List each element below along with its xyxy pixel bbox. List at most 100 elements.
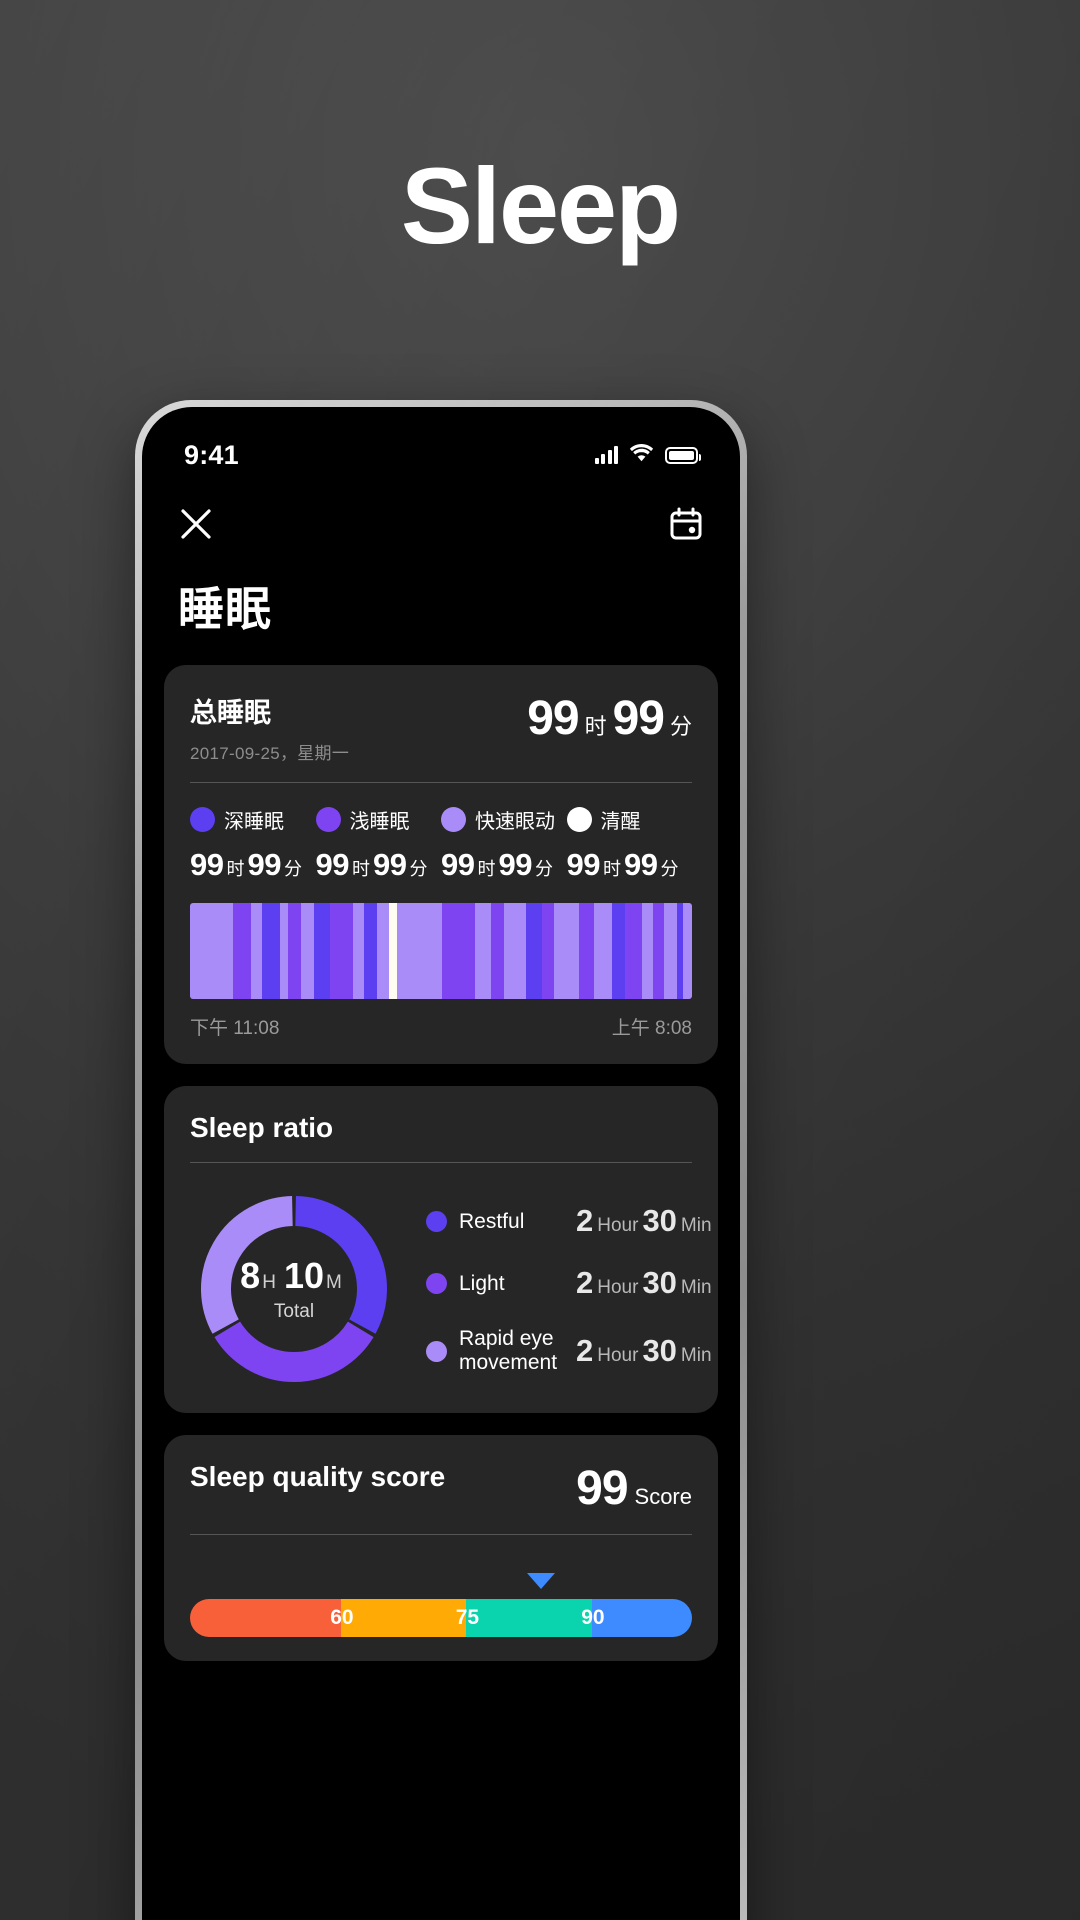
sleep-ratio-item: Light 2 Hour 30 Min [426, 1265, 712, 1301]
sleep-ratio-minutes-unit: Min [680, 1277, 712, 1299]
sleep-stage-head: 深睡眠 [190, 805, 316, 834]
hypnogram-time-axis: 下午 11:08 上午 8:08 [190, 1013, 692, 1040]
score-marker-icon [527, 1573, 556, 1589]
donut-segment [214, 1321, 374, 1382]
status-bar-clock: 9:41 [184, 439, 239, 470]
sleep-ratio-color-dot [426, 1272, 447, 1294]
sleep-stage-name: 浅睡眠 [349, 811, 410, 833]
hypnogram-segment [190, 903, 234, 999]
score-scale-segment: 90 [466, 1599, 605, 1637]
sleep-ratio-item-label: Rapid eye movement [426, 1327, 576, 1374]
hypnogram-segment [682, 903, 692, 999]
sleep-ratio-duration: 2 Hour 30 Min [576, 1203, 712, 1239]
sleep-stage-name: 深睡眠 [224, 811, 284, 833]
sleep-stage-value: 99 时 99 分 [567, 847, 693, 883]
sleep-stage-item: 快速眼动 99 时 99 分 [441, 805, 567, 883]
sleep-quality-header: Sleep quality score 99 Score [190, 1461, 692, 1516]
sleep-stage-minutes: 99 [623, 847, 658, 882]
hypnogram-segment [579, 903, 595, 999]
sleep-end-time: 上午 8:08 [611, 1018, 692, 1039]
status-bar-icons [594, 443, 701, 467]
sleep-quality-unit: Score [634, 1484, 692, 1509]
hypnogram-segment [504, 903, 527, 999]
hypnogram-segment [526, 903, 543, 999]
total-sleep-minutes: 99 [612, 692, 665, 745]
hypnogram-segment [364, 903, 378, 999]
hypnogram-chart [190, 903, 692, 999]
sleep-ratio-duration: 2 Hour 30 Min [576, 1333, 712, 1369]
sleep-stage-minutes-unit: 分 [283, 859, 302, 879]
sleep-stage-color-dot [315, 807, 341, 832]
total-sleep-hours: 99 [527, 692, 579, 745]
sleep-ratio-minutes: 30 [642, 1265, 677, 1301]
sleep-stage-value: 99 时 99 分 [190, 847, 316, 883]
hypnogram-segment [396, 903, 442, 999]
sleep-ratio-card: Sleep ratio 8 H 10 M Total Restful 2 Hou… [164, 1086, 718, 1413]
sleep-ratio-legend: Restful 2 Hour 30 Min Light 2 Hour 30 Min Rapid ey… [426, 1203, 712, 1374]
close-icon[interactable] [178, 506, 214, 542]
hypnogram-segment [611, 903, 625, 999]
hypnogram-segment [554, 903, 580, 999]
sleep-ratio-item: Rapid eye movement 2 Hour 30 Min [426, 1327, 712, 1374]
sleep-quality-scale: 60 75 90 [190, 1599, 692, 1637]
sleep-stage-minutes-unit: 分 [660, 859, 679, 879]
sleep-stage-color-dot [441, 807, 466, 832]
sleep-ratio-name: Restful [459, 1209, 525, 1233]
hypnogram-segment [389, 903, 397, 999]
sleep-ratio-title: Sleep ratio [190, 1112, 334, 1143]
hypnogram-segment [441, 903, 476, 999]
sleep-stage-hours-unit: 时 [351, 859, 370, 879]
sleep-ratio-hours-unit: Hour [597, 1277, 639, 1299]
sleep-stage-value: 99 时 99 分 [441, 847, 567, 883]
score-scale-tick-label: 60 [330, 1606, 354, 1629]
sleep-stage-minutes: 99 [372, 847, 407, 882]
total-sleep-hours-unit: 时 [584, 714, 607, 739]
sleep-ratio-hours-unit: Hour [597, 1215, 639, 1237]
sleep-ratio-item-label: Light [426, 1272, 576, 1296]
wifi-icon [629, 443, 654, 467]
total-sleep-label: 总睡眠 [190, 698, 271, 728]
sleep-stage-minutes-unit: 分 [534, 859, 553, 879]
total-sleep-label-group: 总睡眠 2017-09-25，星期一 [190, 691, 349, 764]
sleep-stage-hours-unit: 时 [477, 859, 496, 879]
content-scroll-area[interactable]: 总睡眠 2017-09-25，星期一 99 时 99 分 深睡眠 99 时 99 分浅睡… [142, 665, 740, 1661]
sleep-ratio-minutes: 30 [642, 1203, 677, 1239]
sleep-ratio-minutes: 30 [642, 1333, 677, 1368]
sleep-ratio-name: Rapid eye movement [459, 1327, 558, 1374]
sleep-stage-head: 浅睡眠 [315, 805, 442, 834]
score-scale-segment: 60 [190, 1599, 354, 1637]
status-bar: 9:41 [142, 407, 740, 481]
total-sleep-date: 2017-09-25，星期一 [190, 744, 350, 763]
sleep-ratio-item-label: Restful [426, 1210, 576, 1234]
hypnogram-segment [329, 903, 339, 999]
sleep-ratio-minutes-unit: Min [680, 1345, 712, 1366]
hypnogram-segment [594, 903, 612, 999]
hypnogram-segment [624, 903, 642, 999]
total-sleep-minutes-unit: 分 [669, 714, 692, 739]
sleep-stage-hours: 99 [566, 847, 601, 882]
sleep-stage-color-dot [190, 807, 215, 832]
hypnogram-segment [261, 903, 280, 999]
sleep-quality-number: 99 [576, 1462, 628, 1515]
sleep-quality-divider [190, 1534, 692, 1535]
sleep-stage-value: 99 时 99 分 [316, 847, 442, 883]
sleep-ratio-name: Light [459, 1271, 505, 1295]
sleep-stage-item: 深睡眠 99 时 99 分 [190, 805, 316, 883]
sleep-stage-name: 快速眼动 [475, 811, 555, 833]
sleep-ratio-donut-chart: 8 H 10 M Total [194, 1189, 394, 1389]
sleep-stage-head: 快速眼动 [441, 805, 567, 834]
hypnogram-segment [663, 903, 677, 999]
sleep-ratio-hours: 2 [576, 1265, 594, 1301]
total-sleep-header: 总睡眠 2017-09-25，星期一 99 时 99 分 [190, 691, 692, 764]
sleep-stage-item: 浅睡眠 99 时 99 分 [315, 805, 442, 883]
sleep-stage-minutes: 99 [498, 847, 532, 882]
sleep-ratio-hours: 2 [576, 1333, 594, 1368]
sleep-ratio-item: Restful 2 Hour 30 Min [426, 1203, 712, 1239]
sleep-stage-hours-unit: 时 [226, 859, 245, 879]
battery-full-icon [665, 446, 701, 464]
calendar-icon[interactable] [668, 506, 704, 542]
hypnogram-segment [641, 903, 653, 999]
sleep-stage-head: 清醒 [566, 805, 693, 834]
total-sleep-divider [190, 782, 692, 783]
sleep-quality-card: Sleep quality score 99 Score 60 75 90 [164, 1435, 718, 1661]
